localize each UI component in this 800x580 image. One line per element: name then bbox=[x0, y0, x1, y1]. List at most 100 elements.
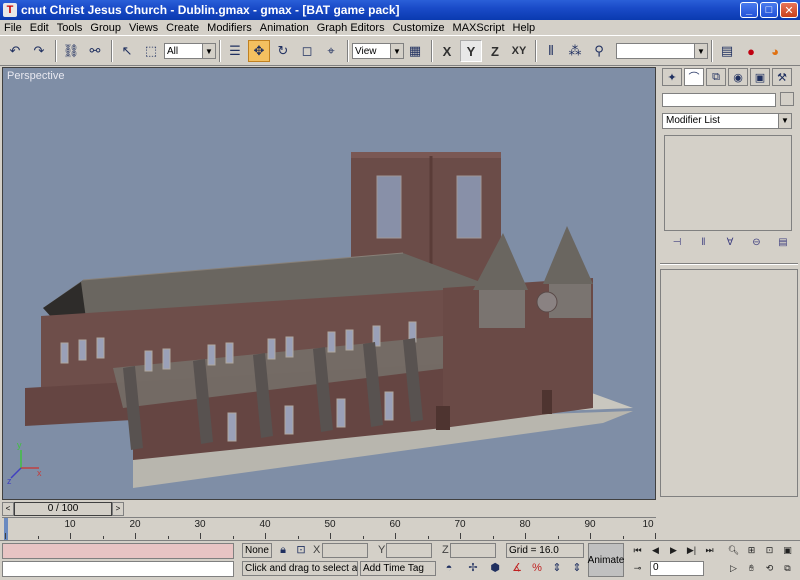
render-icon[interactable]: ● bbox=[740, 40, 762, 62]
time-slider-prev-icon[interactable]: < bbox=[2, 502, 14, 516]
track-tick bbox=[427, 536, 429, 539]
maximize-viewport-icon[interactable]: ⧉ bbox=[780, 561, 795, 575]
object-name-field[interactable] bbox=[662, 93, 776, 107]
stack-buttons: ⊣ ‖ ∀ ⊖ ▤ bbox=[668, 237, 792, 255]
menu-tools[interactable]: Tools bbox=[57, 22, 83, 34]
time-slider-next-icon[interactable]: > bbox=[112, 502, 124, 516]
maxscript-listener-bottom[interactable] bbox=[2, 561, 234, 577]
time-slider-thumb[interactable]: 0 / 100 bbox=[14, 502, 112, 516]
zoom-all-icon[interactable]: ⊞ bbox=[744, 543, 759, 557]
snaps-icon[interactable]: ◓ bbox=[442, 561, 456, 575]
track-bar[interactable]: 10 20 30 40 50 60 70 80 90 10 bbox=[2, 517, 656, 540]
time-slider[interactable]: < 0 / 100 > bbox=[2, 502, 656, 516]
snap-toggle-icon[interactable]: ✢ bbox=[466, 561, 480, 575]
menu-file[interactable]: File bbox=[4, 22, 22, 34]
go-to-start-icon[interactable]: ⏮ bbox=[630, 543, 645, 557]
rotate-icon[interactable]: ↻ bbox=[272, 40, 294, 62]
add-time-tag[interactable]: Add Time Tag bbox=[360, 561, 436, 576]
absolute-mode-icon[interactable]: ⊡ bbox=[294, 543, 308, 557]
remove-modifier-icon[interactable]: ⊖ bbox=[748, 237, 766, 253]
configure-sets-icon[interactable]: ▤ bbox=[774, 237, 792, 253]
motion-tab-icon[interactable]: ◉ bbox=[728, 68, 748, 86]
hierarchy-tab-icon[interactable]: ⧉ bbox=[706, 68, 726, 86]
current-frame-field[interactable]: 0 bbox=[650, 561, 704, 576]
use-center-icon[interactable]: ▦ bbox=[404, 40, 426, 62]
pin-stack-icon[interactable]: ⊣ bbox=[668, 237, 686, 253]
menu-views[interactable]: Views bbox=[129, 22, 158, 34]
viewport-label[interactable]: Perspective bbox=[7, 70, 64, 82]
close-button[interactable]: ✕ bbox=[780, 2, 798, 18]
tick-label: 10 bbox=[642, 519, 654, 530]
menu-help[interactable]: Help bbox=[513, 22, 536, 34]
pivot-icon[interactable]: ⌖ bbox=[320, 40, 342, 62]
next-frame-icon[interactable]: ▶| bbox=[684, 543, 699, 557]
modify-tab-icon[interactable]: ⌒ bbox=[684, 68, 704, 86]
animate-button[interactable]: Animate bbox=[588, 543, 624, 577]
menu-modifiers[interactable]: Modifiers bbox=[207, 22, 252, 34]
zoom-extents-icon[interactable]: ⊡ bbox=[762, 543, 777, 557]
pan-icon[interactable]: ✋︎ bbox=[744, 561, 759, 575]
axis-z-button[interactable]: Z bbox=[484, 40, 506, 62]
field-of-view-icon[interactable]: ▷ bbox=[726, 561, 741, 575]
axis-x-button[interactable]: X bbox=[436, 40, 458, 62]
menu-group[interactable]: Group bbox=[90, 22, 121, 34]
tick-label: 60 bbox=[389, 519, 401, 530]
mirror-icon[interactable]: ⫴ bbox=[540, 40, 562, 62]
select-by-name-icon[interactable]: ☰ bbox=[224, 40, 246, 62]
zoom-extents-all-icon[interactable]: ▣ bbox=[780, 543, 795, 557]
angle-snap-icon[interactable]: ∡ bbox=[510, 561, 524, 575]
previous-frame-icon[interactable]: ◀ bbox=[648, 543, 663, 557]
zoom-icon[interactable]: 🔍︎ bbox=[726, 543, 741, 557]
utilities-tab-icon[interactable]: ⚒ bbox=[772, 68, 792, 86]
y-coord-field[interactable] bbox=[386, 543, 432, 558]
arc-rotate-icon[interactable]: ⟲ bbox=[762, 561, 777, 575]
spinner-snap-icon[interactable]: ⇕ bbox=[570, 561, 584, 575]
axis-xy-button[interactable]: XY bbox=[508, 40, 530, 62]
reference-coord-dropdown[interactable]: View ▼ bbox=[352, 43, 404, 59]
link-icon[interactable]: ⛓ bbox=[60, 40, 82, 62]
scale-icon[interactable]: ◻ bbox=[296, 40, 318, 62]
menu-customize[interactable]: Customize bbox=[393, 22, 445, 34]
display-tab-icon[interactable]: ▣ bbox=[750, 68, 770, 86]
align-icon[interactable]: ⚲ bbox=[588, 40, 610, 62]
redo-icon[interactable]: ↷ bbox=[28, 40, 50, 62]
title-bar: T cnut Christ Jesus Church - Dublin.gmax… bbox=[0, 0, 800, 20]
selection-filter-dropdown[interactable]: All ▼ bbox=[164, 43, 216, 59]
status-bar: None S 🔒︎ ⊡ X Y Z Grid = 16.0 Click and … bbox=[0, 540, 800, 580]
percent-snap-icon[interactable]: % bbox=[530, 561, 544, 575]
3d-snap-icon[interactable]: ⬢ bbox=[488, 561, 502, 575]
go-to-end-icon[interactable]: ⏭ bbox=[702, 543, 717, 557]
maxscript-listener-top[interactable] bbox=[2, 543, 234, 559]
tick-label: 90 bbox=[584, 519, 596, 530]
select-arrow-icon[interactable]: ↖ bbox=[116, 40, 138, 62]
menu-graph-editors[interactable]: Graph Editors bbox=[317, 22, 385, 34]
quick-render-icon[interactable]: ◕ bbox=[764, 40, 786, 62]
create-tab-icon[interactable]: ✦ bbox=[662, 68, 682, 86]
unlink-icon[interactable]: ⚯ bbox=[84, 40, 106, 62]
modifier-list-dropdown[interactable]: Modifier List ▼ bbox=[662, 113, 792, 129]
perspective-viewport[interactable]: Perspective x y z bbox=[2, 67, 656, 500]
lock-icon[interactable]: 🔒︎ bbox=[276, 543, 290, 557]
undo-icon[interactable]: ↶ bbox=[4, 40, 26, 62]
array-icon[interactable]: ⁂ bbox=[564, 40, 586, 62]
show-end-result-icon[interactable]: ‖ bbox=[695, 237, 713, 253]
material-editor-icon[interactable]: ▤ bbox=[716, 40, 738, 62]
key-mode-icon[interactable]: ⊸ bbox=[630, 561, 645, 575]
menu-edit[interactable]: Edit bbox=[30, 22, 49, 34]
menu-create[interactable]: Create bbox=[166, 22, 199, 34]
menu-maxscript[interactable]: MAXScript bbox=[453, 22, 505, 34]
x-coord-field[interactable] bbox=[322, 543, 368, 558]
move-icon[interactable]: ✥ bbox=[248, 40, 270, 62]
minimize-button[interactable]: _ bbox=[740, 2, 758, 18]
menu-animation[interactable]: Animation bbox=[260, 22, 309, 34]
region-select-icon[interactable]: ⬚ bbox=[140, 40, 162, 62]
make-unique-icon[interactable]: ∀ bbox=[721, 237, 739, 253]
object-color-swatch[interactable] bbox=[780, 92, 794, 106]
z-coord-field[interactable] bbox=[450, 543, 496, 558]
play-icon[interactable]: ▶ bbox=[666, 543, 681, 557]
maximize-button[interactable]: □ bbox=[760, 2, 778, 18]
modifier-stack[interactable] bbox=[664, 135, 792, 231]
spinner-snap-icon[interactable]: ⇕ bbox=[550, 561, 564, 575]
named-selection-dropdown[interactable]: ▼ bbox=[616, 43, 708, 59]
axis-y-button[interactable]: Y bbox=[460, 40, 482, 62]
